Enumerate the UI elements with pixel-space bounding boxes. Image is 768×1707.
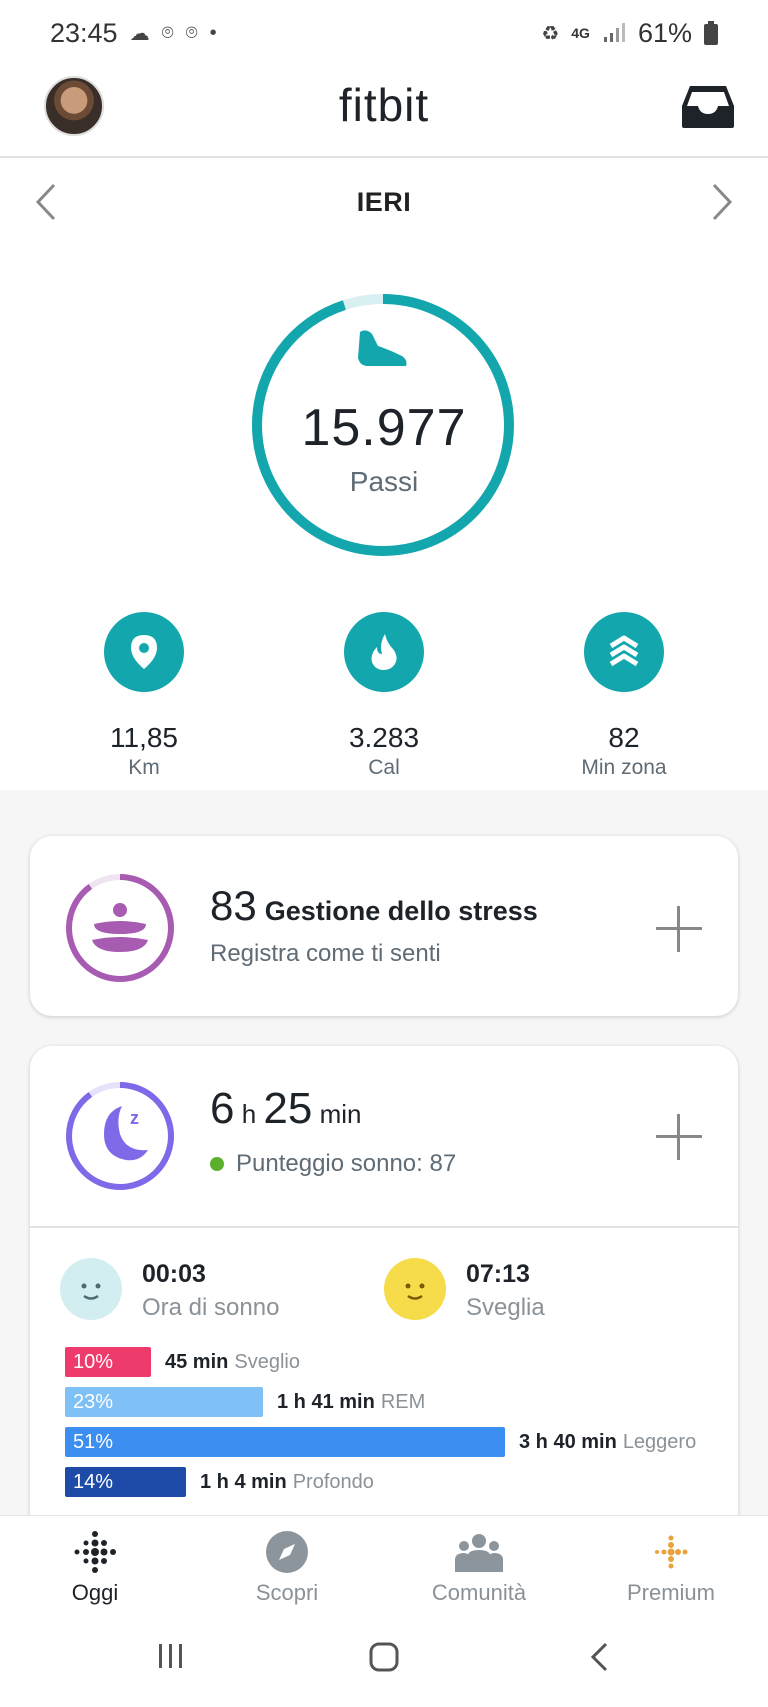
stat-label: Km xyxy=(128,756,160,779)
stage-name: Profondo xyxy=(292,1470,374,1493)
steps-label: Passi xyxy=(349,466,419,497)
tab-label: Premium xyxy=(626,1580,715,1605)
stat-label: Cal xyxy=(368,756,400,779)
system-navigation xyxy=(0,1615,768,1707)
network-type: 4G xyxy=(571,25,590,41)
shoe-icon xyxy=(358,330,407,366)
steps-value: 15.977 xyxy=(301,399,467,457)
sleep-ring: z xyxy=(66,1082,174,1190)
stage-duration: 1 h 41 min xyxy=(277,1390,375,1413)
score-dot-icon xyxy=(210,1157,224,1171)
stat-label: Min zona xyxy=(581,756,667,779)
location-pin-icon: ⌾ xyxy=(161,21,174,44)
status-bar: 23:45 ☁ ⌾ ⌾ • ♻ 4G 61% xyxy=(0,0,768,66)
stage-bar: 10% xyxy=(65,1347,151,1377)
sleep-minutes: 25 xyxy=(263,1084,313,1133)
back-icon[interactable] xyxy=(588,1641,610,1673)
stage-row-deep: 14% 1 h 4 min Profondo xyxy=(65,1467,374,1497)
add-stress-button[interactable] xyxy=(656,906,702,952)
sleep-hours: 6 xyxy=(210,1084,235,1133)
stat-distance[interactable]: 11,85 Km xyxy=(54,612,234,780)
stress-card[interactable]: 83 Gestione dello stress Registra come ti… xyxy=(30,836,738,1016)
stage-row-light: 51% 3 h 40 min Leggero xyxy=(65,1427,707,1457)
cloud-icon: ☁ xyxy=(129,22,150,45)
svg-text:z: z xyxy=(130,1108,139,1128)
zone-chevrons-icon xyxy=(584,612,664,692)
fitbit-dots-icon xyxy=(20,1530,170,1574)
recycle-icon: ♻ xyxy=(541,22,560,45)
stats-row: 11,85 Km 3.283 Cal 82 Min zona xyxy=(0,612,768,792)
tab-label: Scopri xyxy=(255,1580,319,1605)
stage-duration: 45 min xyxy=(165,1350,229,1373)
premium-dots-icon xyxy=(596,1530,746,1574)
home-icon[interactable] xyxy=(368,1641,400,1673)
sleep-card[interactable]: z 6 h 25 min Punteggio sonno: 87 00:03 O… xyxy=(30,1046,738,1566)
bedtime-value: 00:03 xyxy=(142,1260,206,1288)
stress-subtitle: Registra come ti senti xyxy=(210,940,441,967)
stress-title: 83 Gestione dello stress xyxy=(210,882,538,930)
community-icon xyxy=(404,1530,554,1574)
inbox-icon[interactable] xyxy=(680,84,736,130)
status-time: 23:45 xyxy=(50,17,118,48)
stress-meditation-icon xyxy=(92,903,148,952)
sleep-duration: 6 h 25 min xyxy=(210,1084,362,1134)
wake-label: Sveglia xyxy=(466,1294,545,1321)
signal-icon xyxy=(603,23,625,42)
day-label: IERI xyxy=(356,186,412,217)
bottom-navigation: Oggi Scopri Comunità Premium xyxy=(0,1515,768,1615)
dot-icon: • xyxy=(209,21,217,44)
battery-percent: 61% xyxy=(637,17,692,48)
tab-label: Comunità xyxy=(431,1580,527,1605)
sleep-score: Punteggio sonno: 87 xyxy=(210,1150,456,1178)
stage-duration: 3 h 40 min xyxy=(519,1430,617,1453)
app-bar: fitbit xyxy=(0,66,768,158)
day-navigation: IERI xyxy=(0,172,768,232)
stage-bar: 23% xyxy=(65,1387,263,1417)
stage-name: Sveglio xyxy=(234,1350,300,1373)
location-pin-icon: ⌾ xyxy=(185,21,198,44)
moon-face-icon xyxy=(60,1258,122,1320)
chevron-left-icon[interactable] xyxy=(34,182,58,222)
tab-scopri[interactable]: Scopri xyxy=(212,1530,362,1606)
chevron-right-icon[interactable] xyxy=(710,182,734,222)
stat-value: 3.283 xyxy=(348,722,420,753)
stat-value: 82 xyxy=(608,722,640,753)
tab-oggi[interactable]: Oggi xyxy=(20,1530,170,1606)
recents-icon[interactable] xyxy=(156,1641,186,1671)
stat-calories[interactable]: 3.283 Cal xyxy=(294,612,474,780)
sleep-score-text: Punteggio sonno: 87 xyxy=(236,1150,457,1177)
stat-zone-minutes[interactable]: 82 Min zona xyxy=(534,612,714,780)
stage-name: Leggero xyxy=(622,1430,697,1453)
stage-row-awake: 10% 45 min Sveglio xyxy=(65,1347,300,1377)
wake-value: 07:13 xyxy=(466,1260,530,1288)
bedtime-label: Ora di sonno xyxy=(142,1294,280,1321)
stat-value: 11,85 xyxy=(110,722,178,753)
compass-icon xyxy=(212,1530,362,1574)
sleep-hours-unit: h xyxy=(241,1099,257,1129)
battery-icon xyxy=(704,21,718,45)
stage-bar: 51% xyxy=(65,1427,505,1457)
tab-comunita[interactable]: Comunità xyxy=(404,1530,554,1606)
stage-duration: 1 h 4 min xyxy=(200,1470,287,1493)
stage-bar: 14% xyxy=(65,1467,186,1497)
moon-icon: z xyxy=(104,1106,148,1161)
sleep-minutes-unit: min xyxy=(319,1099,362,1129)
location-pin-icon xyxy=(104,612,184,692)
stage-row-rem: 23% 1 h 41 min REM xyxy=(65,1387,425,1417)
stress-score: 83 xyxy=(210,882,257,929)
stage-name: REM xyxy=(380,1390,426,1413)
tab-premium[interactable]: Premium xyxy=(596,1530,746,1606)
tab-label: Oggi xyxy=(71,1580,119,1605)
add-sleep-button[interactable] xyxy=(656,1114,702,1160)
card-divider xyxy=(30,1226,738,1228)
sun-face-icon xyxy=(384,1258,446,1320)
app-title: fitbit xyxy=(338,79,430,131)
stress-ring xyxy=(66,874,174,982)
stress-label: Gestione dello stress xyxy=(264,896,538,926)
flame-icon xyxy=(344,612,424,692)
